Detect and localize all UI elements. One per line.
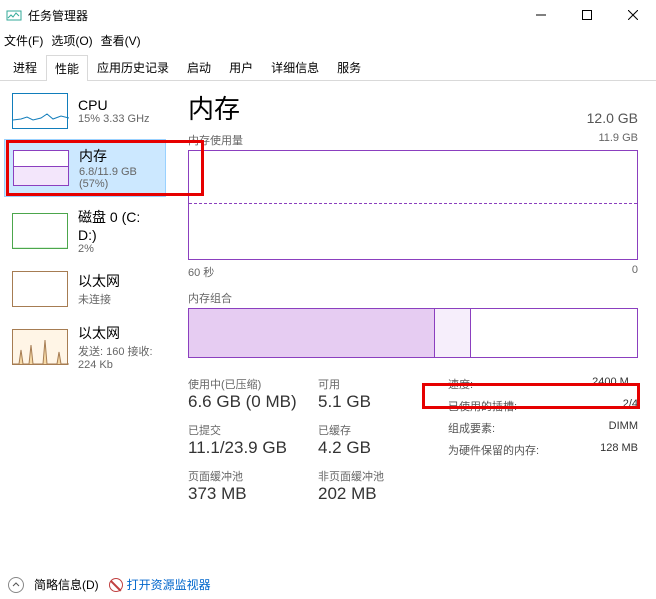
memory-total: 12.0 GB [587, 110, 638, 126]
tab-details[interactable]: 详细信息 [262, 54, 328, 80]
memory-thumbnail [13, 150, 69, 186]
reserved-value: 128 MB [600, 442, 638, 458]
menu-options[interactable]: 选项(O) [51, 32, 92, 49]
chevron-icon[interactable] [8, 577, 24, 593]
tab-processes[interactable]: 进程 [4, 54, 46, 80]
cached-label: 已缓存 [318, 422, 408, 438]
ethernet2-sub: 发送: 160 接收: 224 Kb [78, 343, 158, 371]
perf-sidebar: CPU 15% 3.33 GHz 内存 6.8/11.9 GB (57%) 磁盘… [0, 81, 170, 573]
menu-bar: 文件(F) 选项(O) 查看(V) [0, 30, 656, 50]
resmon-label: 打开资源监视器 [127, 576, 211, 593]
memory-usage-graph [188, 150, 638, 260]
disk-thumbnail [12, 213, 68, 249]
title-bar: 任务管理器 [0, 0, 656, 30]
nonpaged-value: 202 MB [318, 484, 408, 504]
available-label: 可用 [318, 376, 408, 392]
sidebar-item-cpu[interactable]: CPU 15% 3.33 GHz [4, 87, 166, 135]
in-use-label: 使用中(已压缩) [188, 376, 318, 392]
maximize-button[interactable] [564, 0, 610, 30]
speed-label: 速度: [448, 376, 473, 392]
memory-sub: 6.8/11.9 GB (57%) [79, 166, 157, 190]
detail-title: 内存 [188, 89, 240, 126]
tab-users[interactable]: 用户 [220, 54, 262, 80]
minimize-button[interactable] [518, 0, 564, 30]
resmon-icon [109, 578, 123, 592]
cpu-thumbnail [12, 93, 68, 129]
resource-monitor-link[interactable]: 打开资源监视器 [109, 576, 211, 593]
tab-performance[interactable]: 性能 [46, 55, 88, 81]
tab-app-history[interactable]: 应用历史记录 [88, 54, 178, 80]
memory-composition-graph [188, 308, 638, 358]
tab-bar: 进程 性能 应用历史记录 启动 用户 详细信息 服务 [0, 50, 656, 81]
reserved-label: 为硬件保留的内存: [448, 442, 539, 458]
cpu-sub: 15% 3.33 GHz [78, 113, 150, 125]
menu-view[interactable]: 查看(V) [101, 32, 141, 49]
cached-value: 4.2 GB [318, 438, 408, 458]
cpu-title: CPU [78, 97, 150, 113]
window-title: 任务管理器 [28, 7, 88, 24]
footer: 简略信息(D) 打开资源监视器 [8, 576, 211, 593]
usage-max: 11.9 GB [598, 132, 638, 148]
menu-file[interactable]: 文件(F) [4, 32, 43, 49]
xaxis-left: 60 秒 [188, 264, 214, 280]
form-value: DIMM [609, 420, 638, 436]
ethernet2-title: 以太网 [78, 323, 158, 343]
nonpaged-label: 非页面缓冲池 [318, 468, 408, 484]
disk-title: 磁盘 0 (C: D:) [78, 207, 158, 243]
slots-value: 2/4 [623, 398, 638, 414]
detail-pane: 内存 12.0 GB 内存使用量 11.9 GB 60 秒 0 内存组合 使用中… [170, 81, 656, 573]
close-button[interactable] [610, 0, 656, 30]
app-icon [6, 7, 22, 23]
ethernet2-thumbnail [12, 329, 68, 365]
memory-info-right: 速度: 2400 M... 已使用的插槽: 2/4 组成要素: DIMM 为硬件保留的… [448, 376, 638, 504]
paged-label: 页面缓冲池 [188, 468, 318, 484]
usage-label: 内存使用量 [188, 132, 243, 148]
speed-value: 2400 M... [592, 376, 638, 392]
tab-services[interactable]: 服务 [328, 54, 370, 80]
committed-value: 11.1/23.9 GB [188, 438, 318, 458]
memory-stats: 使用中(已压缩) 6.6 GB (0 MB) 可用 5.1 GB 已提交 11.… [188, 376, 638, 504]
composition-label: 内存组合 [188, 290, 638, 306]
available-value: 5.1 GB [318, 392, 408, 412]
sidebar-item-ethernet-2[interactable]: 以太网 发送: 160 接收: 224 Kb [4, 317, 166, 377]
sidebar-item-memory[interactable]: 内存 6.8/11.9 GB (57%) [4, 139, 166, 197]
sidebar-item-ethernet-1[interactable]: 以太网 未连接 [4, 265, 166, 313]
tab-startup[interactable]: 启动 [178, 54, 220, 80]
sidebar-item-disk[interactable]: 磁盘 0 (C: D:) 2% [4, 201, 166, 261]
main-content: CPU 15% 3.33 GHz 内存 6.8/11.9 GB (57%) 磁盘… [0, 81, 656, 573]
disk-sub: 2% [78, 243, 158, 255]
brief-info-link[interactable]: 简略信息(D) [34, 576, 99, 593]
memory-title: 内存 [79, 146, 157, 166]
paged-value: 373 MB [188, 484, 318, 504]
in-use-value: 6.6 GB (0 MB) [188, 392, 318, 412]
ethernet1-title: 以太网 [78, 271, 120, 291]
ethernet1-sub: 未连接 [78, 291, 120, 307]
ethernet1-thumbnail [12, 271, 68, 307]
slots-label: 已使用的插槽: [448, 398, 517, 414]
form-label: 组成要素: [448, 420, 495, 436]
committed-label: 已提交 [188, 422, 318, 438]
xaxis-right: 0 [632, 264, 638, 280]
window-controls [518, 0, 656, 30]
